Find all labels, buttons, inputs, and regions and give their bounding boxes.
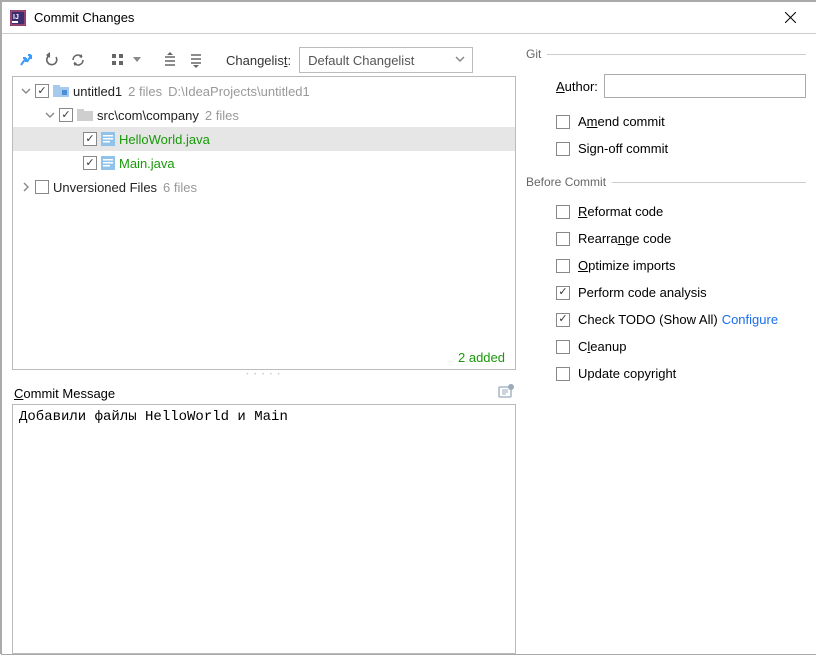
folder-icon [77,108,93,122]
changelist-label: Changelist: [226,53,291,68]
optimize-label: Optimize imports [578,258,676,273]
optimize-checkbox[interactable] [556,259,570,273]
changes-tree: untitled1 2 files D:\IdeaProjects\untitl… [12,76,516,370]
tree-pkg-name: src\com\company [97,108,199,123]
commit-message-label: Commit Message [14,386,115,401]
signoff-label: Sign-off commit [578,141,668,156]
signoff-checkbox[interactable] [556,142,570,156]
reformat-checkbox[interactable] [556,205,570,219]
java-class-icon [101,132,115,146]
reformat-label: Reformat code [578,204,663,219]
tree-root-name: untitled1 [73,84,122,99]
group-by-dropdown[interactable] [132,48,142,72]
analysis-checkbox[interactable] [556,286,570,300]
todo-configure-link[interactable]: Configure [722,312,778,327]
chevron-down-icon[interactable] [17,82,35,100]
chevron-down-icon [454,53,466,68]
amend-label: Amend commit [578,114,665,129]
tree-file-row[interactable]: HelloWorld.java [13,127,515,151]
window-title: Commit Changes [34,10,768,25]
checkbox[interactable] [83,156,97,170]
before-commit-section-header: Before Commit [526,172,806,192]
amend-checkbox[interactable] [556,115,570,129]
module-folder-icon [53,84,69,98]
tree-unversioned-row[interactable]: Unversioned Files 6 files [13,175,515,199]
close-icon [785,12,796,23]
toolbar: Changelist: Default Changelist [12,44,516,76]
rearrange-checkbox[interactable] [556,232,570,246]
chevron-down-icon[interactable] [41,106,59,124]
cleanup-checkbox[interactable] [556,340,570,354]
svg-text:IJ: IJ [13,14,19,21]
todo-checkbox[interactable] [556,313,570,327]
group-by-button[interactable] [106,48,130,72]
tree-root-count: 2 files [128,84,162,99]
titlebar: IJ Commit Changes [2,2,816,34]
collapse-all-button[interactable] [184,48,208,72]
tree-pkg-row[interactable]: src\com\company 2 files [13,103,515,127]
close-button[interactable] [768,3,812,33]
git-section-header: Git [526,44,806,64]
java-class-icon [101,156,115,170]
revert-button[interactable] [40,48,64,72]
author-input[interactable] [604,74,806,98]
unversioned-label: Unversioned Files [53,180,157,195]
changes-summary: 2 added [458,350,505,365]
refresh-button[interactable] [66,48,90,72]
checkbox[interactable] [59,108,73,122]
commit-message-input[interactable] [12,404,516,654]
todo-label: Check TODO (Show All) [578,312,718,327]
rearrange-label: Rearrange code [578,231,671,246]
tree-root-row[interactable]: untitled1 2 files D:\IdeaProjects\untitl… [13,79,515,103]
cleanup-label: Cleanup [578,339,626,354]
checkbox[interactable] [35,180,49,194]
split-drag-handle[interactable]: • • • • • [12,370,516,380]
tree-pkg-count: 2 files [205,108,239,123]
changelist-dropdown[interactable]: Default Changelist [299,47,473,73]
changelist-value: Default Changelist [308,53,414,68]
tree-root-path: D:\IdeaProjects\untitled1 [168,84,310,99]
app-icon: IJ [10,10,26,26]
checkbox[interactable] [35,84,49,98]
commit-message-history-button[interactable] [498,384,514,403]
chevron-right-icon[interactable] [17,178,35,196]
copyright-checkbox[interactable] [556,367,570,381]
file-name: Main.java [119,156,175,171]
author-label: Author: [556,79,598,94]
file-name: HelloWorld.java [119,132,210,147]
analysis-label: Perform code analysis [578,285,707,300]
expand-all-button[interactable] [158,48,182,72]
copyright-label: Update copyright [578,366,676,381]
checkbox[interactable] [83,132,97,146]
tree-file-row[interactable]: Main.java [13,151,515,175]
show-diff-button[interactable] [14,48,38,72]
unversioned-count: 6 files [163,180,197,195]
